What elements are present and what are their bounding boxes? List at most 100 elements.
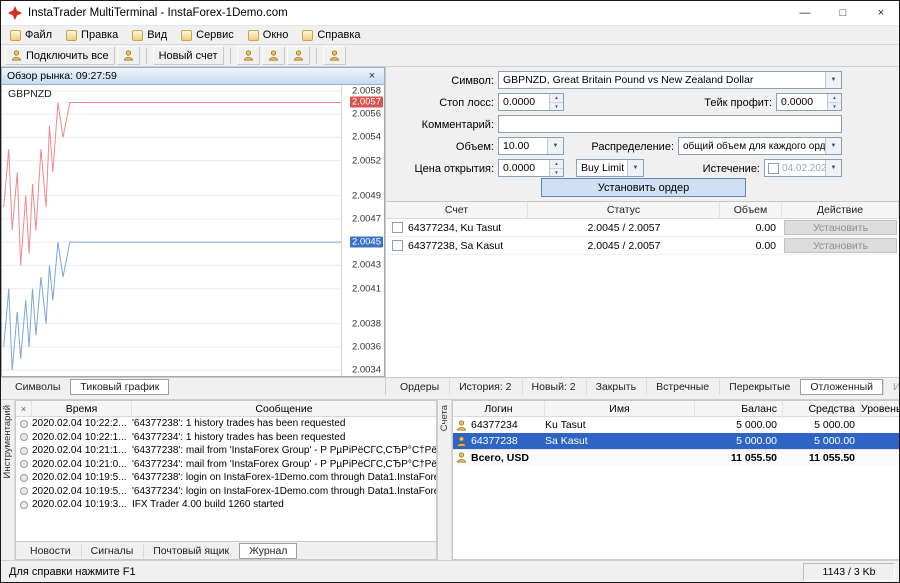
journal-row: 2020.02.04 10:21:1...'64377238': mail fr… [16, 444, 436, 458]
tab-symbols[interactable]: Символы [5, 379, 70, 395]
journal-close-icon[interactable]: × [16, 401, 32, 416]
maximize-icon[interactable]: □ [827, 3, 859, 23]
price-axis: 2.00582.00562.00542.00522.00492.00472.00… [341, 85, 384, 376]
column-header-account[interactable]: Счет [386, 202, 528, 218]
column-header-login[interactable]: Логин [453, 401, 545, 416]
tab-modify[interactable]: Изменить [883, 379, 900, 395]
spinner-arrows-icon[interactable] [549, 94, 563, 110]
distribution-select[interactable]: общий объем для каждого ордера [678, 137, 842, 155]
tab-pending[interactable]: Отложенный [800, 379, 883, 395]
order-status: 2.0045 / 2.0057 [528, 219, 720, 236]
column-header-level[interactable]: Уровень [861, 401, 900, 416]
tab-counter[interactable]: Встречные [646, 379, 719, 395]
axis-tick-label: 2.0054 [352, 132, 381, 143]
menu-help[interactable]: Справка [295, 26, 367, 44]
column-header-action[interactable]: Действие [782, 202, 899, 218]
chevron-down-icon[interactable] [825, 138, 841, 154]
open-price-label: Цена открытия: [386, 160, 494, 178]
order-account: 64377238, Sa Kasut [408, 240, 503, 252]
order-row-checkbox[interactable] [392, 240, 403, 251]
journal-time: 2020.02.04 10:19:5... [32, 472, 132, 483]
person-icon [268, 50, 279, 61]
chevron-down-icon[interactable] [825, 72, 841, 88]
column-header-balance[interactable]: Баланс [695, 401, 783, 416]
menu-edit[interactable]: Правка [59, 26, 125, 44]
place-order-button[interactable]: Установить ордер [541, 178, 746, 197]
journal-row: 2020.02.04 10:22:2...'64377238': 1 histo… [16, 417, 436, 431]
toolbar-icon-button-4[interactable] [287, 46, 310, 65]
tab-mailbox[interactable]: Почтовый ящик [143, 543, 239, 559]
comment-input[interactable] [499, 118, 841, 130]
menu-file[interactable]: Файл [3, 26, 59, 44]
tab-journal[interactable]: Журнал [239, 543, 297, 559]
comment-field-wrap [498, 115, 842, 133]
market-watch-header: Обзор рынка: 09:27:59 × [1, 67, 385, 85]
market-watch-close-icon[interactable]: × [365, 70, 379, 82]
menu-item-label: Справка [317, 29, 360, 41]
column-header-message[interactable]: Сообщение [132, 401, 436, 416]
journal-row: 2020.02.04 10:19:3...IFX Trader 4.00 bui… [16, 498, 436, 512]
tab-tick-chart[interactable]: Тиковый график [70, 379, 169, 395]
expiration-picker[interactable]: 04.02.2020 09:37 [764, 159, 842, 177]
journal-body: 2020.02.04 10:22:2...'64377238': 1 histo… [16, 417, 436, 541]
take-profit-stepper[interactable]: 0.0000 [776, 93, 842, 111]
volume-value: 10.00 [499, 140, 547, 152]
window-title: InstaTrader MultiTerminal - InstaForex-1… [28, 7, 783, 19]
minimize-icon[interactable]: — [789, 3, 821, 23]
volume-select[interactable]: 10.00 [498, 137, 564, 155]
stop-loss-stepper[interactable]: 0.0000 [498, 93, 564, 111]
account-balance: 11 055.50 [695, 450, 783, 465]
account-icon [456, 436, 467, 447]
expiration-label: Истечение: [648, 160, 760, 178]
toolbar-icon-button-5[interactable] [323, 46, 346, 65]
chevron-down-icon[interactable] [627, 160, 643, 176]
column-header-status[interactable]: Статус [528, 202, 720, 218]
column-header-volume[interactable]: Объем [720, 202, 782, 218]
connect-all-label: Подключить все [26, 50, 109, 62]
tab-orders[interactable]: Ордеры [390, 379, 449, 395]
column-header-time[interactable]: Время [32, 401, 132, 416]
spinner-arrows-icon[interactable] [549, 160, 563, 176]
set-order-button[interactable]: Установить [784, 220, 897, 235]
journal-time: 2020.02.04 10:19:5... [32, 486, 132, 497]
distribution-value: общий объем для каждого ордера [679, 141, 825, 152]
journal-message: '64377234': 1 history trades has been re… [132, 432, 436, 443]
tab-history[interactable]: История: 2 [449, 379, 521, 395]
calendar-dropdown-icon[interactable] [825, 160, 841, 176]
connect-all-button[interactable]: Подключить все [5, 46, 115, 65]
account-level [861, 433, 900, 449]
account-equity: 5 000.00 [783, 433, 861, 449]
set-order-button[interactable]: Установить [784, 238, 897, 253]
toolbar-icon-button-2[interactable] [237, 46, 260, 65]
tab-overlapped[interactable]: Перекрытые [719, 379, 800, 395]
service-icon [181, 30, 192, 41]
tab-close[interactable]: Закрыть [586, 379, 646, 395]
symbol-select[interactable]: GBPNZD, Great Britain Pound vs New Zeala… [498, 71, 842, 89]
toolbar-icon-button-3[interactable] [262, 46, 285, 65]
menu-service[interactable]: Сервис [174, 26, 241, 44]
order-volume: 0.00 [720, 237, 782, 254]
menu-view[interactable]: Вид [125, 26, 174, 44]
spinner-arrows-icon[interactable] [827, 94, 841, 110]
menu-item-label: Правка [81, 29, 118, 41]
tab-new[interactable]: Новый: 2 [522, 379, 586, 395]
column-header-name[interactable]: Имя [545, 401, 695, 416]
chevron-down-icon[interactable] [547, 138, 563, 154]
tab-signals[interactable]: Сигналы [81, 543, 144, 559]
column-header-equity[interactable]: Средства [783, 401, 861, 416]
expiration-checkbox[interactable] [768, 163, 779, 174]
open-price-stepper[interactable]: 0.0000 [498, 159, 564, 177]
account-row[interactable]: Всего, USD11 055.5011 055.50 [453, 449, 900, 465]
order-type-select[interactable]: Buy Limit [576, 159, 644, 177]
order-row-checkbox[interactable] [392, 222, 403, 233]
take-profit-label: Тейк профит: [686, 94, 772, 112]
close-icon[interactable]: × [865, 3, 897, 23]
menu-item-label: Файл [25, 29, 52, 41]
axis-tick-label: 2.0052 [352, 155, 381, 166]
account-row[interactable]: 64377238Sa Kasut5 000.005 000.00 [453, 433, 900, 449]
new-account-button[interactable]: Новый счет [153, 46, 224, 65]
toolbar-icon-button-1[interactable] [117, 46, 140, 65]
account-row[interactable]: 64377234Ku Tasut5 000.005 000.00 [453, 417, 900, 433]
menu-window[interactable]: Окно [241, 26, 296, 44]
tab-news[interactable]: Новости [20, 543, 81, 559]
